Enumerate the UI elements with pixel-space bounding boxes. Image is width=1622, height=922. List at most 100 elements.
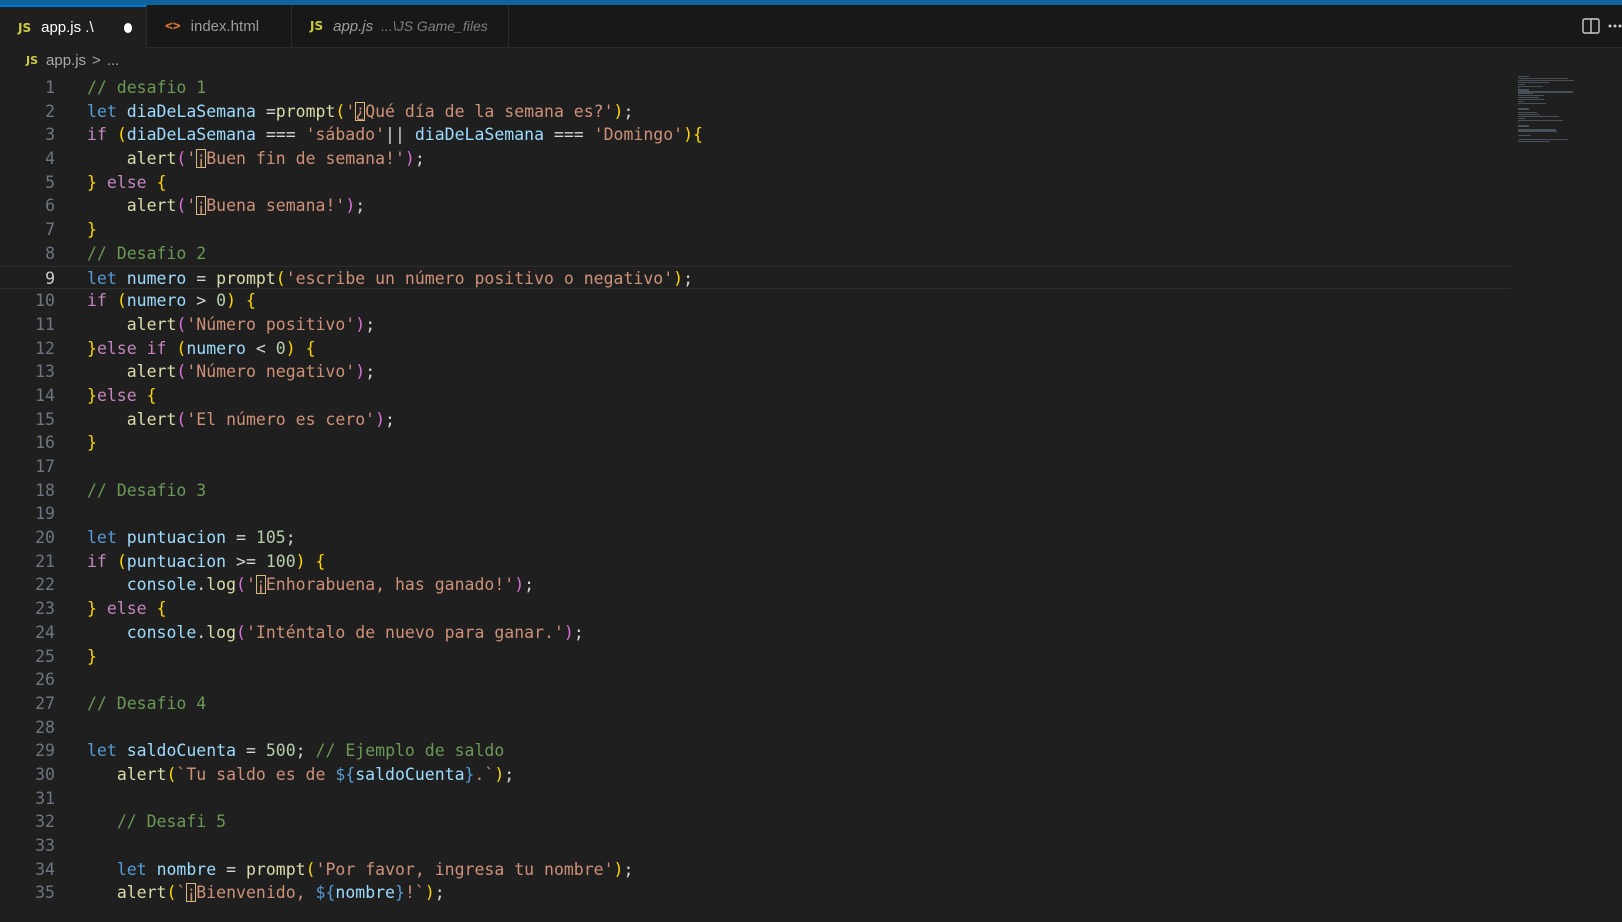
code-line[interactable]: 26 — [0, 668, 1510, 692]
code-token: log — [206, 575, 237, 595]
breadcrumb-symbols[interactable]: ... — [107, 52, 120, 69]
code-line[interactable]: 4 alert('¡Buen fin de semana!'); — [0, 147, 1510, 171]
code-line[interactable]: 10 if (numero > 0) { — [0, 289, 1510, 313]
unsaved-dot-icon[interactable] — [123, 22, 132, 33]
code-token: nombre — [335, 883, 395, 903]
code-line[interactable]: 34 let nombre = prompt('Por favor, ingre… — [0, 858, 1510, 882]
code-token: alert — [116, 883, 167, 903]
line-number: 15 — [35, 409, 55, 429]
code-token: ; — [365, 362, 376, 382]
code-line[interactable]: 16} — [0, 431, 1510, 455]
code-token: ( — [335, 101, 346, 121]
line-number: 17 — [35, 457, 55, 476]
code-line[interactable]: 30 alert(`Tu saldo es de ${saldoCuenta}.… — [0, 763, 1510, 787]
code-token: alert — [126, 362, 177, 382]
code-line[interactable]: 11 alert('Número positivo'); — [0, 313, 1510, 337]
code-line[interactable]: 28 — [0, 716, 1510, 740]
code-token: alert — [126, 409, 177, 429]
code-token: ; — [414, 149, 425, 169]
html-file-icon: <> — [165, 18, 181, 34]
editor-actions — [1578, 5, 1622, 47]
minimap-line — [1518, 85, 1544, 87]
code-line[interactable]: 19 — [0, 502, 1510, 526]
breadcrumb-file[interactable]: app.js — [46, 52, 86, 69]
code-token: de la semana es?' — [434, 101, 614, 121]
minimap[interactable] — [1510, 72, 1622, 922]
code-line[interactable]: 25} — [0, 645, 1510, 669]
code-editor[interactable]: 1// desafio 1 2 let diaDeLaSemana =prompt(… — [0, 76, 1510, 922]
code-token: !` — [404, 883, 425, 903]
code-line[interactable]: 18 // Desafio 3 — [0, 479, 1510, 503]
code-token: console — [126, 622, 197, 642]
code-line[interactable]: 29 let saldoCuenta = 500; // Ejemplo de s… — [0, 739, 1510, 763]
minimap-line — [1518, 134, 1531, 137]
code-line[interactable]: 9 let numero = prompt('escribe un número … — [0, 265, 1510, 290]
code-token: let — [87, 528, 117, 548]
code-line[interactable]: 6 alert('¡Buena semana!'); — [0, 194, 1510, 218]
tab-index-html[interactable]: <> index.html — [147, 5, 292, 47]
code-line[interactable]: 13 alert('Número negativo'); — [0, 360, 1510, 384]
code-line[interactable]: 21 if (puntuacion >= 100) { — [0, 550, 1510, 574]
code-token: ' — [345, 101, 356, 121]
code-line[interactable]: 33 — [0, 834, 1510, 858]
code-line[interactable]: 15 alert('El número es cero'); — [0, 408, 1510, 432]
code-line[interactable]: 20 let puntuacion = 105; — [0, 526, 1510, 550]
editor-tab-bar: JS app.js .\ <> index.html JS app.js ...… — [0, 5, 1622, 48]
tab-app-js-active[interactable]: JS app.js .\ — [0, 5, 147, 48]
code-line[interactable]: 7} — [0, 218, 1510, 242]
code-token: === — [544, 125, 594, 145]
code-line[interactable]: 27 // Desafio 4 — [0, 692, 1510, 716]
code-line[interactable]: 14}else { — [0, 384, 1510, 408]
tab-label: index.html — [190, 17, 260, 35]
code-token: alert — [126, 149, 177, 169]
code-line[interactable]: 22 console.log('¡Enhorabuena, has ganado… — [0, 573, 1510, 597]
code-token: ( — [176, 409, 187, 429]
split-editor-icon[interactable] — [1578, 13, 1604, 39]
more-actions-icon[interactable] — [1608, 13, 1622, 39]
code-token: ) — [494, 764, 505, 784]
code-token: ( — [176, 196, 187, 216]
code-line[interactable]: 8 // Desafio 2 — [0, 242, 1510, 266]
code-line[interactable]: 3 if (diaDeLaSemana === 'sábado'|| diaDeL… — [0, 123, 1510, 147]
code-line[interactable]: 12}else if (numero < 0) { — [0, 337, 1510, 361]
tab-app-js-game-files[interactable]: JS app.js ...\JS Game_files — [292, 5, 509, 47]
line-code: let nombre = prompt('Por favor, ingresa … — [87, 858, 634, 882]
code-token: let — [87, 741, 117, 761]
code-token: 0 — [275, 338, 286, 358]
line-code: // desafio 1 — [87, 76, 206, 100]
code-line[interactable]: 1 // desafio 1 — [0, 76, 1510, 100]
code-token: // desafio 1 — [87, 78, 207, 97]
code-token: ( — [176, 338, 187, 358]
line-number: 10 — [35, 291, 55, 311]
code-token: ' — [186, 196, 197, 216]
code-line[interactable]: 5} else { — [0, 171, 1510, 195]
minimap-line — [1518, 104, 1519, 106]
code-line[interactable]: 31 — [0, 787, 1510, 811]
code-line[interactable]: 2 let diaDeLaSemana =prompt('¿Qué día de … — [0, 100, 1510, 124]
code-line[interactable]: 24 console.log('Inténtalo de nuevo para … — [0, 621, 1510, 645]
code-line[interactable]: 17 — [0, 455, 1510, 479]
code-line[interactable]: 32 // Desafi 5 — [0, 810, 1510, 834]
code-line[interactable]: 35 alert(`¡Bienvenido, ${nombre}!`); — [0, 881, 1510, 905]
code-token: } — [87, 385, 97, 405]
code-line[interactable]: 23} else { — [0, 597, 1510, 621]
code-token: ) — [226, 291, 237, 311]
line-code: } — [87, 431, 97, 455]
code-token: Buena semana!' — [206, 196, 346, 216]
code-token: ) — [404, 149, 415, 169]
code-token: { — [156, 599, 167, 619]
